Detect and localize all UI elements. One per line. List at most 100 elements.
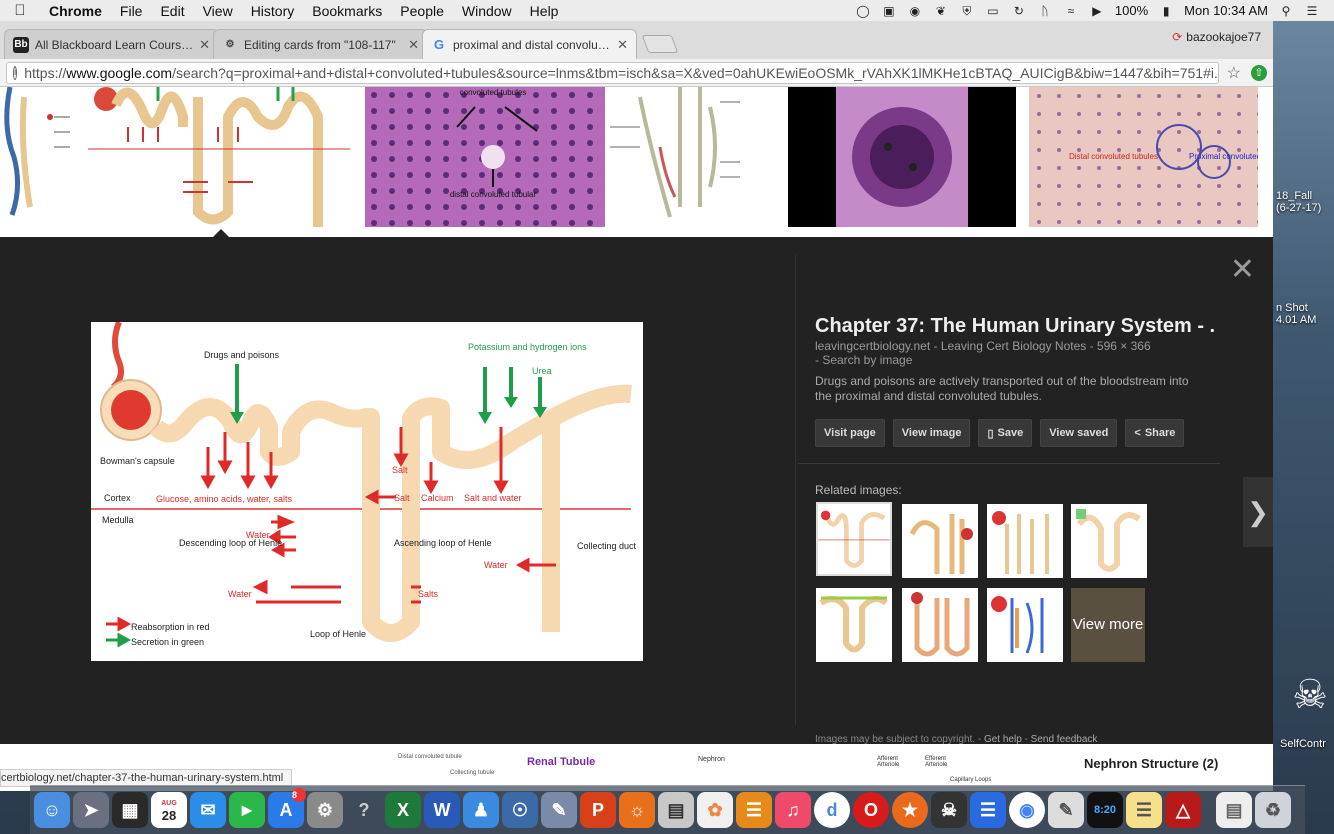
tab-google-search[interactable]: G proximal and distal convoluted ✕ — [422, 29, 637, 59]
evernote-icon[interactable]: ◉ — [907, 4, 923, 18]
calendar-icon[interactable]: AUG 28 — [151, 792, 187, 828]
messages-icon[interactable]: ✉ — [190, 792, 226, 828]
help-icon[interactable]: ? — [346, 792, 382, 828]
result-thumbnail-selected[interactable] — [88, 87, 350, 227]
source-line[interactable]: leavingcertbiology.net - Leaving Cert Bi… — [815, 339, 1151, 353]
related-image-thumbnail[interactable] — [902, 504, 978, 578]
facetime-icon[interactable]: ► — [229, 792, 265, 828]
tab-blackboard[interactable]: Bb All Blackboard Learn Courses - ✕ — [4, 29, 219, 59]
result-thumbnail[interactable]: Distal convoluted tubules Proximal convol… — [1029, 87, 1258, 227]
related-image-thumbnail[interactable] — [987, 504, 1063, 578]
volume-icon[interactable]: ▶ — [1089, 4, 1105, 18]
menu-view[interactable]: View — [194, 3, 242, 19]
preview-icon[interactable]: ✎ — [541, 792, 577, 828]
menu-edit[interactable]: Edit — [151, 3, 193, 19]
word-icon[interactable]: W — [424, 792, 460, 828]
powerpoint-icon[interactable]: P — [580, 792, 616, 828]
battery-percent[interactable]: 100% — [1115, 3, 1148, 18]
firefox-alt-icon[interactable]: ★ — [892, 792, 928, 828]
menu-window[interactable]: Window — [453, 3, 521, 19]
search-by-image-link[interactable]: - Search by image — [815, 353, 912, 367]
desktop-screenshot-label[interactable]: n Shot 4.01 AM — [1276, 302, 1316, 326]
related-image-thumbnail[interactable] — [987, 588, 1063, 662]
notes-icon[interactable]: ☰ — [1126, 792, 1162, 828]
share-button[interactable]: < Share — [1125, 419, 1185, 447]
menu-file[interactable]: File — [111, 3, 152, 19]
spotlight-search-icon[interactable]: ⚲ — [1278, 4, 1294, 18]
view-more-button[interactable]: View more — [1071, 588, 1145, 662]
time-machine-icon[interactable]: ↻ — [1011, 4, 1027, 18]
document-icon[interactable]: ▤ — [1216, 792, 1252, 828]
address-bar[interactable]: i https://www.google.com/search?q=proxim… — [6, 61, 1219, 84]
selfcontrol-icon[interactable]: ☠ — [931, 792, 967, 828]
preview-image[interactable]: Drugs and poisons Potassium and hydrogen… — [91, 322, 643, 661]
shield-icon[interactable]: ⛨ — [959, 4, 975, 18]
thumb-renal-tubule-title[interactable]: Renal Tubule — [527, 756, 595, 768]
tab-close-icon[interactable]: ✕ — [199, 37, 210, 53]
photos-icon[interactable]: ✿ — [697, 792, 733, 828]
related-image-thumbnail[interactable] — [816, 588, 892, 662]
trash-icon[interactable]: ♻ — [1255, 792, 1291, 828]
profile-button[interactable]: ⟳ bazookajoe77 — [1172, 30, 1261, 44]
tab-close-icon[interactable]: ✕ — [408, 37, 419, 53]
dictionary-icon[interactable]: d — [814, 792, 850, 828]
thumb-nephron-label[interactable]: Nephron — [698, 756, 725, 763]
tab-close-icon[interactable]: ✕ — [617, 37, 628, 53]
pencil-app-icon[interactable]: ✎ — [1048, 792, 1084, 828]
itunes-icon[interactable]: ♫ — [775, 792, 811, 828]
view-saved-button[interactable]: View saved — [1040, 419, 1118, 447]
related-image-thumbnail[interactable] — [902, 588, 978, 662]
view-image-button[interactable]: View image — [892, 419, 971, 447]
related-image-thumbnail[interactable] — [1071, 504, 1147, 578]
next-image-chevron-right-icon[interactable]: ❯ — [1243, 477, 1273, 547]
list-app-icon[interactable]: ☰ — [970, 792, 1006, 828]
thumb-nephron-structure-title[interactable]: Nephron Structure (2) — [1084, 756, 1218, 771]
extension-icon[interactable]: ⇧ — [1251, 64, 1267, 81]
site-info-icon[interactable]: i — [13, 65, 18, 80]
related-image-thumbnail[interactable] — [816, 502, 892, 576]
opera-icon[interactable]: O — [853, 792, 889, 828]
wifi-icon[interactable]: ≈ — [1063, 4, 1079, 18]
system-preferences-icon[interactable]: ⚙ — [307, 792, 343, 828]
bluetooth-icon[interactable]: ᚢ — [1037, 4, 1053, 18]
bookmark-star-icon[interactable]: ☆ — [1227, 63, 1241, 83]
preview-title[interactable]: Chapter 37: The Human Urinary System - .… — [815, 315, 1215, 338]
chrome-icon[interactable]: ◉ — [1009, 792, 1045, 828]
app-store-icon[interactable]: A8 — [268, 788, 306, 828]
menu-app-name[interactable]: Chrome — [40, 3, 111, 19]
firefox-icon[interactable]: ☼ — [619, 792, 655, 828]
visit-page-button[interactable]: Visit page — [815, 419, 885, 447]
result-thumbnail[interactable] — [610, 87, 780, 227]
photos-viewer-icon[interactable]: ▤ — [658, 792, 694, 828]
notification-center-icon[interactable]: ☰ — [1304, 4, 1320, 18]
excel-icon[interactable]: X — [385, 792, 421, 828]
finder-icon[interactable]: ☺ — [34, 792, 70, 828]
ibooks-icon[interactable]: ☰ — [736, 792, 772, 828]
skull-icon[interactable]: ☠ — [1286, 672, 1334, 722]
result-thumbnail[interactable] — [0, 87, 80, 227]
feather-icon[interactable]: ❦ — [933, 4, 949, 18]
tab-editing-cards[interactable]: ⚙ Editing cards from "108-117" ✕ — [213, 29, 428, 59]
close-preview-icon[interactable]: ✕ — [1230, 255, 1255, 285]
result-thumbnail[interactable]: distal convoluted tubular convoluted tubu… — [365, 87, 605, 227]
save-button[interactable]: ▯ Save — [978, 419, 1033, 447]
digital-clock-icon[interactable]: 8:20 — [1087, 792, 1123, 828]
dropbox-icon[interactable]: ◯ — [855, 4, 871, 18]
selfcontrol-app-label[interactable]: SelfContr — [1280, 738, 1326, 750]
acrobat-icon[interactable]: △ — [1165, 792, 1201, 828]
menu-bookmarks[interactable]: Bookmarks — [303, 3, 391, 19]
menu-people[interactable]: People — [391, 3, 453, 19]
square-app-icon[interactable]: ▣ — [881, 4, 897, 18]
apple-menu-icon[interactable]:  — [0, 2, 40, 19]
menu-history[interactable]: History — [242, 3, 304, 19]
desktop-file-label[interactable]: 18_Fall (6-27-17) — [1276, 190, 1321, 214]
airplay-icon[interactable]: ▭ — [985, 4, 1001, 18]
globe-icon[interactable]: ☉ — [502, 792, 538, 828]
menu-help[interactable]: Help — [521, 3, 568, 19]
battery-icon[interactable]: ▮ — [1158, 4, 1174, 18]
result-thumbnail[interactable] — [788, 87, 1016, 227]
clock[interactable]: Mon 10:34 AM — [1184, 3, 1268, 18]
new-tab-button[interactable] — [641, 35, 679, 53]
mission-control-icon[interactable]: ▦ — [112, 792, 148, 828]
launchpad-icon[interactable]: ➤ — [73, 792, 109, 828]
